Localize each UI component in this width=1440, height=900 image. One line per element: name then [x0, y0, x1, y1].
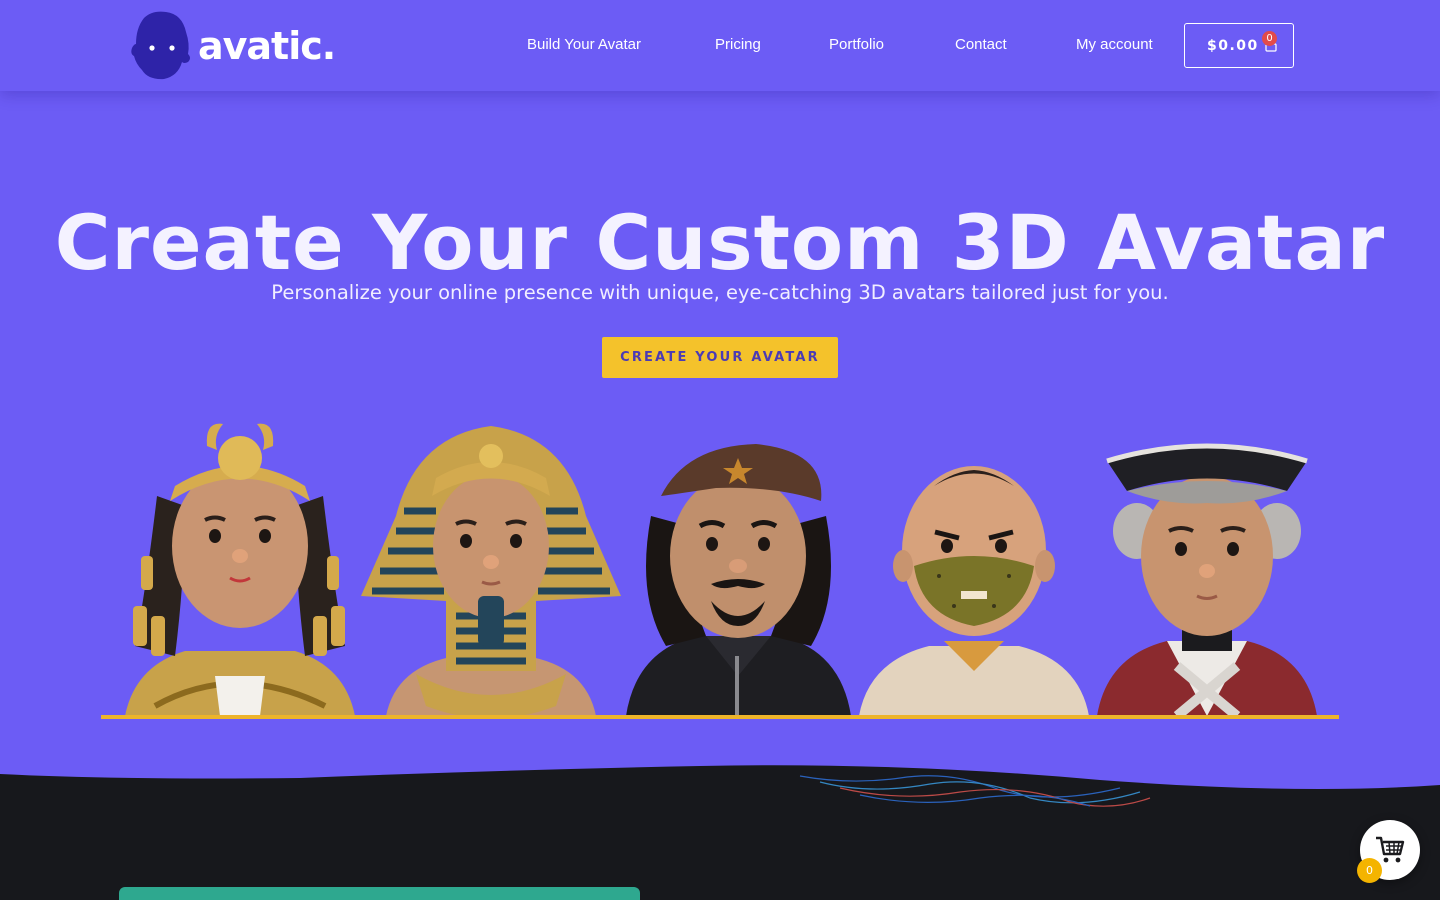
shopping-cart-icon: [1376, 836, 1405, 863]
cart-count-badge: 0: [1262, 31, 1277, 46]
avatar-shelf-line: [101, 715, 1339, 719]
nav-build-your-avatar[interactable]: Build Your Avatar: [527, 36, 641, 53]
logo-text: avatic.: [198, 24, 336, 68]
header-cart-button[interactable]: $0.00: [1184, 23, 1294, 68]
logo-head-icon: [130, 10, 194, 80]
dark-section-wave: [0, 765, 1440, 900]
site-header: avatic. Build Your Avatar Pricing Portfo…: [0, 0, 1440, 91]
floating-cart-count: 0: [1357, 858, 1382, 883]
colonial-soldier-avatar: [1097, 443, 1317, 716]
revolutionary-beret-avatar: [626, 444, 851, 716]
cart-total: $0.00: [1207, 37, 1259, 54]
masked-man-avatar: [859, 466, 1089, 716]
nav-pricing[interactable]: Pricing: [715, 36, 761, 53]
nav-contact[interactable]: Contact: [955, 36, 1007, 53]
nav-portfolio[interactable]: Portfolio: [829, 36, 884, 53]
cleopatra-avatar: [125, 423, 355, 716]
feature-card: [119, 887, 640, 900]
logo[interactable]: avatic.: [130, 10, 336, 80]
hero-subtitle: Personalize your online presence with un…: [271, 281, 1169, 304]
avatar-showcase: [101, 415, 1339, 720]
nav-my-account[interactable]: My account: [1076, 36, 1153, 53]
hero-title: Create Your Custom 3D Avatar: [54, 198, 1386, 287]
pharaoh-avatar: [361, 426, 621, 716]
create-avatar-button[interactable]: CREATE YOUR AVATAR: [602, 337, 838, 378]
